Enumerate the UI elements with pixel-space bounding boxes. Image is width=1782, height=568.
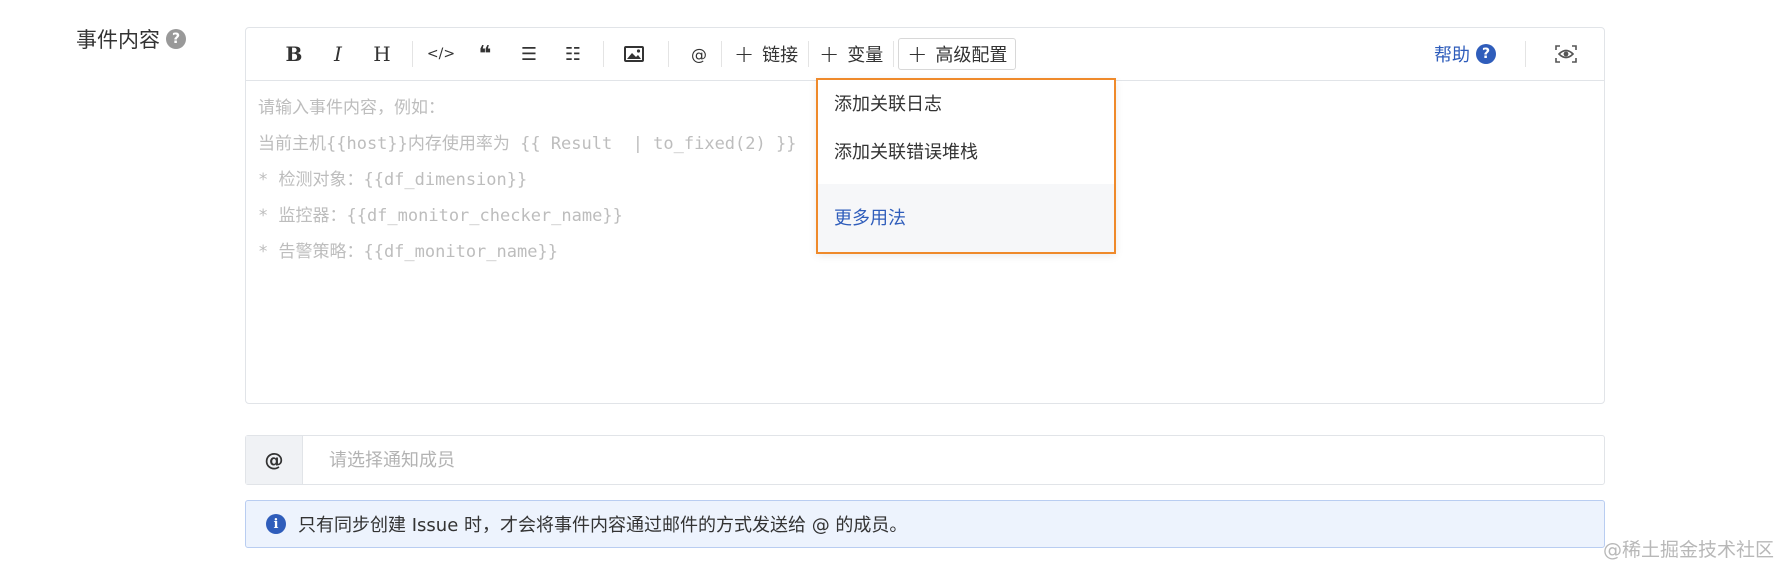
question-circle-icon: ? xyxy=(1476,44,1496,64)
code-button[interactable]: </> xyxy=(423,36,459,72)
advanced-config-button[interactable]: + 高级配置 xyxy=(898,38,1017,70)
link-label: 链接 xyxy=(762,45,799,66)
toolbar-divider xyxy=(603,41,604,67)
bullet-list-button[interactable]: ☰ xyxy=(509,36,549,72)
menu-item-add-related-log[interactable]: 添加关联日志 xyxy=(834,90,942,116)
info-circle-icon: i xyxy=(266,514,286,534)
more-usage-link[interactable]: 更多用法 xyxy=(834,204,906,230)
variable-button[interactable]: + 变量 xyxy=(813,36,889,72)
advanced-config-label: 高级配置 xyxy=(935,45,1008,66)
dropdown-footer: 更多用法 xyxy=(818,184,1114,252)
mention-button[interactable]: @ xyxy=(683,36,715,72)
ordered-list-button[interactable]: ☷ xyxy=(553,36,593,72)
advanced-config-dropdown: 添加关联日志 添加关联错误堆栈 更多用法 xyxy=(816,78,1116,254)
plus-icon: + xyxy=(907,40,928,68)
editor-toolbar: B I H </> ❝ ☰ ☷ @ + 链接 + 变量 + 高级配置 帮助 ? xyxy=(246,28,1604,81)
member-search-input[interactable] xyxy=(303,436,1604,484)
notify-member-select: @ xyxy=(245,435,1605,485)
field-label-text: 事件内容 xyxy=(76,28,160,52)
image-icon xyxy=(624,46,644,62)
bold-button[interactable]: B xyxy=(274,36,314,72)
heading-button[interactable]: H xyxy=(362,36,402,72)
info-text: 只有同步创建 Issue 时，才会将事件内容通过邮件的方式发送给 @ 的成员。 xyxy=(298,515,908,536)
eye-icon xyxy=(1555,45,1577,63)
variable-label: 变量 xyxy=(847,45,884,66)
toolbar-divider xyxy=(1525,41,1526,67)
toolbar-divider xyxy=(668,41,669,67)
watermark: @稀土掘金技术社区 xyxy=(1602,539,1774,561)
help-button[interactable]: 帮助 ? xyxy=(1434,36,1496,72)
field-label: 事件内容 ? xyxy=(76,24,186,54)
preview-button[interactable] xyxy=(1548,36,1584,72)
help-label: 帮助 xyxy=(1434,45,1470,66)
image-button[interactable] xyxy=(614,36,654,72)
toolbar-divider xyxy=(808,41,810,67)
info-alert: i 只有同步创建 Issue 时，才会将事件内容通过邮件的方式发送给 @ 的成员… xyxy=(245,500,1605,548)
toolbar-divider xyxy=(412,41,413,67)
link-button[interactable]: + 链接 xyxy=(728,36,804,72)
toolbar-divider xyxy=(893,41,895,67)
toolbar-divider xyxy=(721,41,722,67)
menu-item-add-related-error-stack[interactable]: 添加关联错误堆栈 xyxy=(834,138,978,164)
plus-icon: + xyxy=(734,40,755,68)
quote-button[interactable]: ❝ xyxy=(465,36,505,72)
at-addon: @ xyxy=(246,436,303,484)
italic-button[interactable]: I xyxy=(318,36,358,72)
plus-icon: + xyxy=(819,40,840,68)
help-question-icon[interactable]: ? xyxy=(166,29,186,49)
